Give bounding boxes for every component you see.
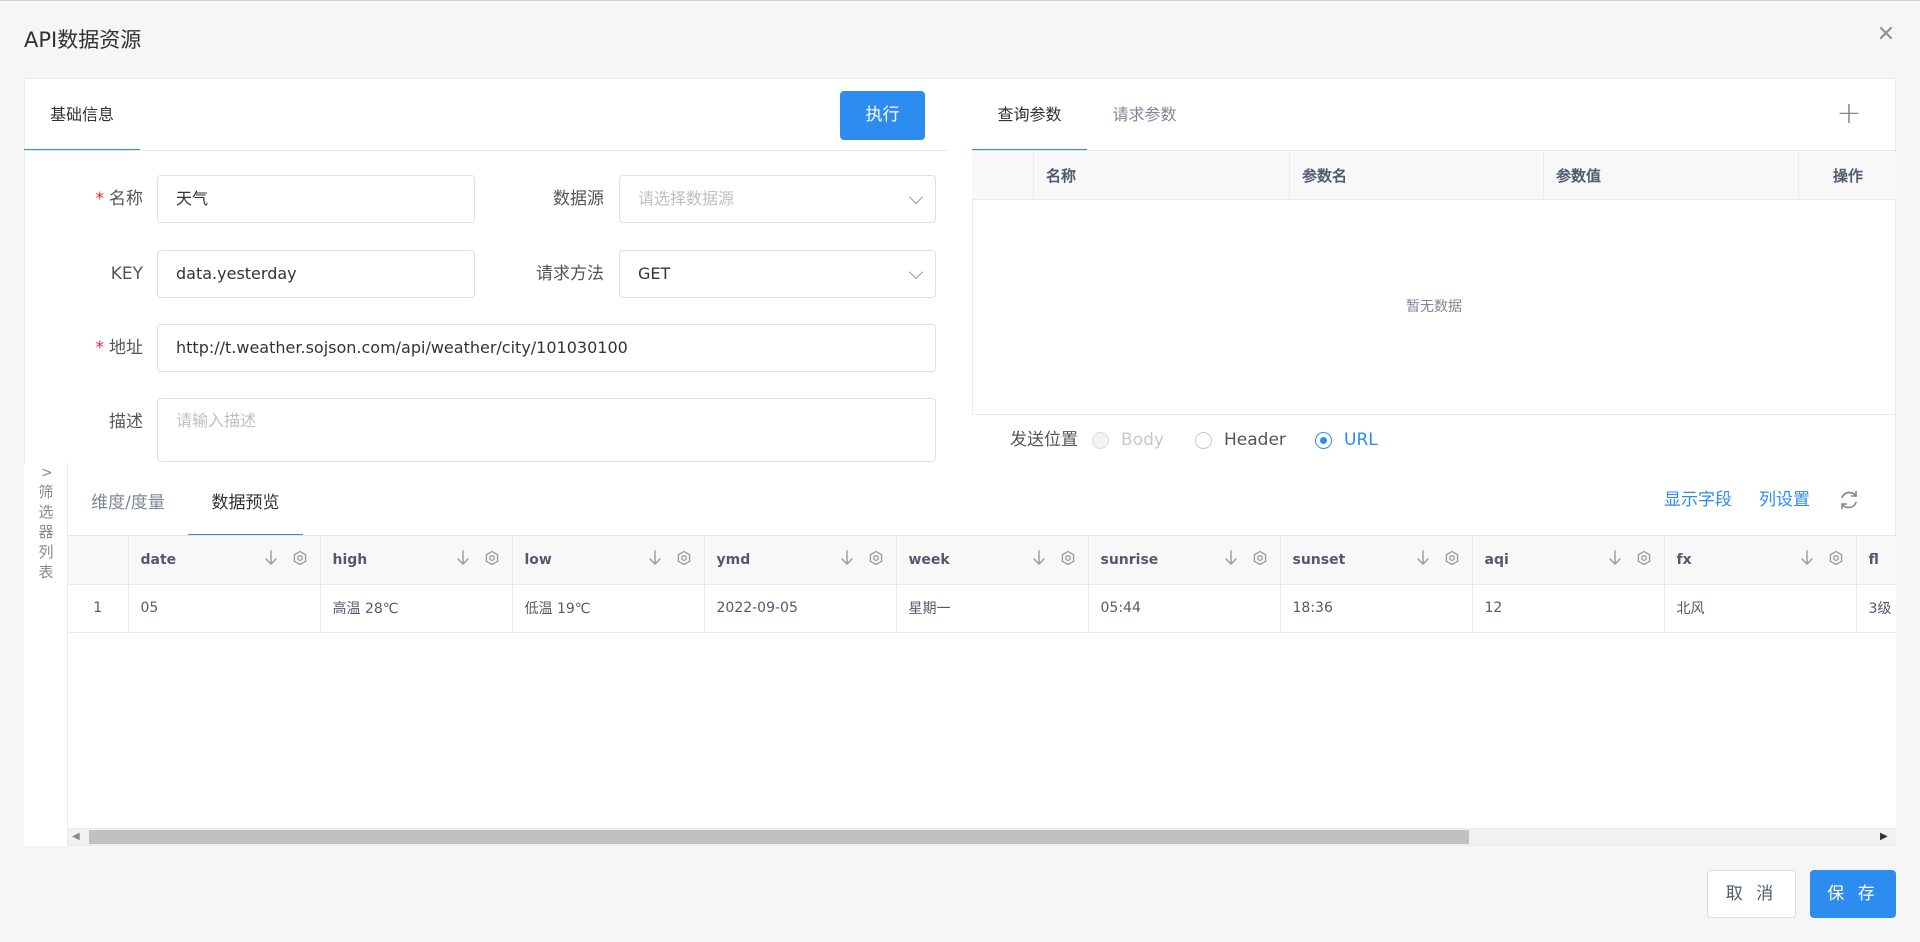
col-header[interactable]: date bbox=[128, 536, 321, 585]
col-header[interactable]: ymd bbox=[704, 536, 897, 585]
table-header-row: date high low ymd week sunrise sunset aq… bbox=[68, 536, 1896, 585]
params-col-param-name: 参数名 bbox=[1289, 152, 1543, 200]
gear-icon[interactable] bbox=[1828, 550, 1844, 566]
dialog-title: API数据资源 bbox=[24, 28, 142, 52]
cell-sunset: 18:36 bbox=[1280, 584, 1473, 633]
tab-basic-info[interactable]: 基础信息 bbox=[24, 78, 140, 151]
name-input[interactable]: 天气 bbox=[157, 175, 475, 223]
sort-down-icon[interactable] bbox=[648, 550, 662, 566]
gear-icon[interactable] bbox=[868, 550, 884, 566]
tab-request-params[interactable]: 请求参数 bbox=[1092, 78, 1197, 151]
show-fields-button[interactable]: 显示字段 bbox=[1664, 488, 1732, 512]
datasource-select[interactable]: 请选择数据源 bbox=[619, 175, 936, 223]
empty-state-text: 暂无数据 bbox=[1406, 299, 1462, 315]
scroll-left-icon[interactable]: ◀ bbox=[72, 830, 82, 844]
table-row: 1 05 高温 28℃ 低温 19℃ 2022-09-05 星期一 05:44 … bbox=[68, 584, 1896, 633]
gear-icon[interactable] bbox=[1636, 550, 1652, 566]
col-header[interactable]: fl bbox=[1856, 536, 1896, 585]
sort-down-icon[interactable] bbox=[1800, 550, 1814, 566]
sort-down-icon[interactable] bbox=[1032, 550, 1046, 566]
sort-down-icon[interactable] bbox=[1416, 550, 1430, 566]
cell-week: 星期一 bbox=[896, 584, 1089, 633]
gear-icon[interactable] bbox=[676, 550, 692, 566]
col-index bbox=[68, 536, 129, 585]
data-preview-table: date high low ymd week sunrise sunset aq… bbox=[68, 536, 1896, 828]
radio-circle bbox=[1092, 431, 1109, 449]
col-header[interactable]: week bbox=[896, 536, 1089, 585]
key-label: KEY bbox=[110, 264, 143, 284]
gear-icon[interactable] bbox=[1252, 550, 1268, 566]
right-tab-divider bbox=[972, 150, 1896, 151]
row-index: 1 bbox=[68, 584, 129, 633]
col-header[interactable]: high bbox=[320, 536, 513, 585]
address-label: * 地址 bbox=[95, 338, 144, 358]
filter-panel-label[interactable]: 筛 选 器 列 表 bbox=[34, 482, 58, 582]
execute-button[interactable]: 执行 bbox=[840, 91, 925, 140]
left-tab-divider bbox=[24, 150, 947, 151]
cell-high: 高温 28℃ bbox=[320, 584, 513, 633]
plus-icon[interactable]: + bbox=[1834, 96, 1864, 132]
description-textarea[interactable]: 请输入描述 bbox=[157, 398, 936, 462]
cell-low: 低温 19℃ bbox=[512, 584, 705, 633]
radio-body: Body bbox=[1092, 428, 1164, 452]
radio-header[interactable]: Header bbox=[1195, 428, 1286, 452]
col-header[interactable]: low bbox=[512, 536, 705, 585]
chevron-right-icon[interactable]: > bbox=[41, 466, 53, 480]
top-divider bbox=[0, 0, 1920, 1]
tab-dimensions-measures[interactable]: 维度/度量 bbox=[68, 470, 188, 536]
params-col-actions: 操作 bbox=[1798, 152, 1896, 200]
send-position-label: 发送位置 bbox=[1010, 430, 1078, 450]
radio-circle bbox=[1195, 431, 1212, 449]
method-select[interactable]: GET bbox=[619, 250, 936, 298]
chevron-down-icon bbox=[908, 189, 924, 205]
address-input[interactable]: http://t.weather.sojson.com/api/weather/… bbox=[157, 324, 936, 372]
params-col-name: 名称 bbox=[1033, 152, 1289, 200]
chevron-down-icon bbox=[908, 264, 924, 280]
tab-query-params[interactable]: 查询参数 bbox=[972, 78, 1087, 151]
cell-sunrise: 05:44 bbox=[1088, 584, 1281, 633]
cell-ymd: 2022-09-05 bbox=[704, 584, 897, 633]
gear-icon[interactable] bbox=[1060, 550, 1076, 566]
scroll-right-icon[interactable]: ▶ bbox=[1880, 830, 1890, 844]
cell-aqi: 12 bbox=[1472, 584, 1665, 633]
sort-down-icon[interactable] bbox=[1608, 550, 1622, 566]
col-header[interactable]: aqi bbox=[1472, 536, 1665, 585]
name-label: * 名称 bbox=[95, 189, 144, 209]
gear-icon[interactable] bbox=[484, 550, 500, 566]
sort-down-icon[interactable] bbox=[840, 550, 854, 566]
save-button[interactable]: 保 存 bbox=[1810, 870, 1896, 918]
params-col-param-value: 参数值 bbox=[1543, 152, 1798, 200]
cell-fx: 北风 bbox=[1664, 584, 1857, 633]
radio-url[interactable]: URL bbox=[1315, 428, 1378, 452]
close-icon[interactable]: ✕ bbox=[1873, 22, 1899, 48]
gear-icon[interactable] bbox=[1444, 550, 1460, 566]
col-header[interactable]: fx bbox=[1664, 536, 1857, 585]
scrollbar-thumb[interactable] bbox=[89, 830, 1469, 844]
col-header[interactable]: sunset bbox=[1280, 536, 1473, 585]
cancel-button[interactable]: 取 消 bbox=[1707, 870, 1796, 918]
data-table: date high low ymd week sunrise sunset aq… bbox=[68, 536, 1896, 633]
cell-date: 05 bbox=[128, 584, 321, 633]
description-label: 描述 bbox=[109, 412, 143, 432]
refresh-icon[interactable] bbox=[1837, 488, 1861, 512]
col-header[interactable]: sunrise bbox=[1088, 536, 1281, 585]
datasource-label: 数据源 bbox=[553, 189, 604, 209]
key-input[interactable]: data.yesterday bbox=[157, 250, 475, 298]
gear-icon[interactable] bbox=[292, 550, 308, 566]
radio-circle bbox=[1315, 431, 1332, 449]
cell-fl: 3级 bbox=[1856, 584, 1896, 633]
sort-down-icon[interactable] bbox=[456, 550, 470, 566]
sort-down-icon[interactable] bbox=[264, 550, 278, 566]
method-label: 请求方法 bbox=[536, 264, 604, 284]
column-settings-button[interactable]: 列设置 bbox=[1759, 488, 1810, 512]
tab-data-preview[interactable]: 数据预览 bbox=[188, 470, 303, 536]
sort-down-icon[interactable] bbox=[1224, 550, 1238, 566]
